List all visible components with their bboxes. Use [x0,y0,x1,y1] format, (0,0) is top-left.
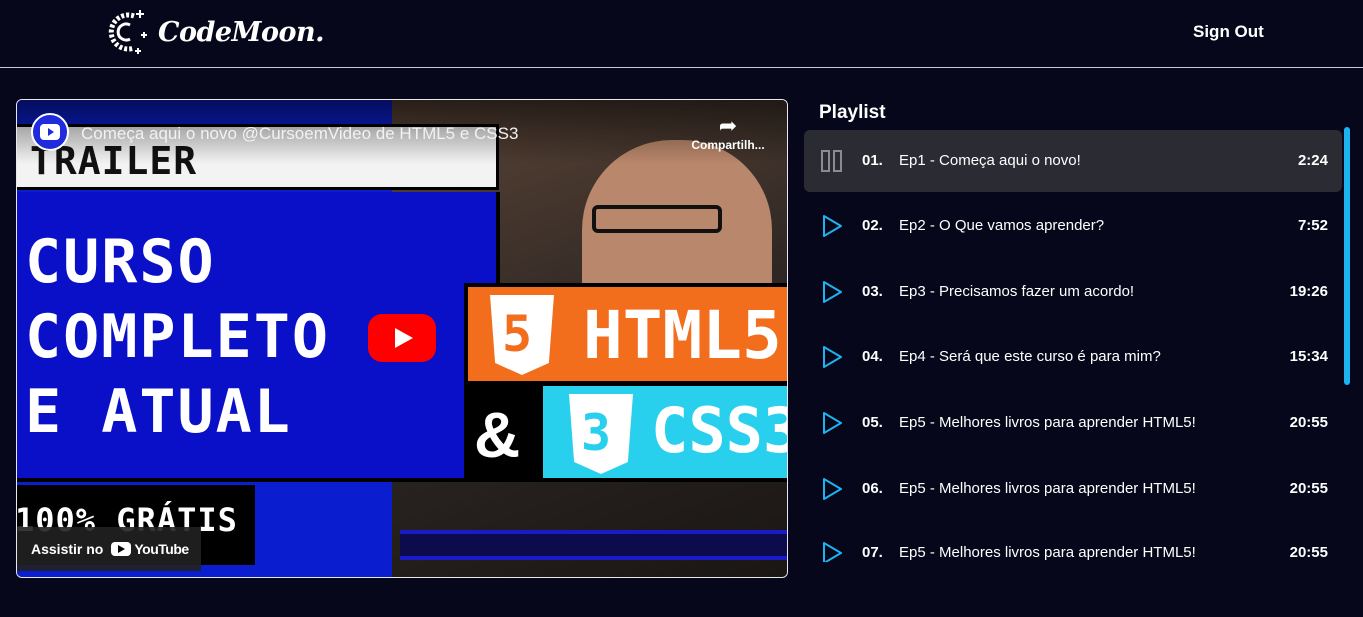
episode-duration: 2:24 [1297,152,1328,169]
thumbnail-line-1: CURSO [25,227,216,297]
episode-title: Ep2 - O Que vamos aprender? [899,217,1105,234]
play-icon [823,542,842,562]
html5-shield-digit: 5 [502,305,533,363]
css3-shield-icon: 3 [569,394,633,474]
playlist-item[interactable]: 02. Ep2 - O Que vamos aprender? 7:52 [804,195,1342,257]
html5-shield-icon: 5 [490,295,554,375]
watch-on-youtube-button[interactable]: Assistir no YouTube [17,527,201,571]
watch-on-label: Assistir no [31,541,104,557]
play-icon [823,281,842,303]
pause-icon [821,150,842,172]
episode-title: Ep3 - Precisamos fazer um acordo! [899,283,1135,300]
episode-number: 06. [862,480,883,497]
presenter-glasses [592,205,722,233]
youtube-play-button[interactable] [368,314,436,362]
episode-title: Ep1 - Começa aqui o novo! [899,152,1081,169]
episode-number: 07. [862,544,883,561]
episode-title: Ep5 - Melhores livros para aprender HTML… [899,480,1196,497]
youtube-wordmark: YouTube [134,541,189,557]
thumbnail-ampersand-text: & [474,399,521,471]
share-button[interactable]: ➦ Compartilh... [683,113,773,153]
thumbnail-html5-badge: 5 HTML5 [464,283,787,385]
playlist-scrollbar[interactable] [1344,127,1350,385]
episode-number: 05. [862,414,883,431]
playlist-item[interactable]: 01. Ep1 - Começa aqui o novo! 2:24 [804,130,1342,192]
play-icon [823,478,842,500]
top-header: CodeMoon. Sign Out [0,0,1363,68]
playlist-item[interactable]: 05. Ep5 - Melhores livros para aprender H… [804,392,1342,454]
playlist-item[interactable]: 06. Ep5 - Melhores livros para aprender H… [804,458,1342,520]
thumbnail-line-3: E ATUAL [25,377,292,447]
episode-duration: 20:55 [1289,544,1328,561]
channel-avatar[interactable] [31,113,69,151]
episode-title: Ep4 - Será que este curso é para mim? [899,348,1161,365]
episode-duration: 15:34 [1289,348,1328,365]
youtube-logo: YouTube [111,541,189,557]
episode-number: 03. [862,283,883,300]
playlist-item[interactable]: 03. Ep3 - Precisamos fazer um acordo! 19:2… [804,261,1342,323]
play-icon [823,412,842,434]
thumbnail-ampersand: & [464,382,539,482]
thumbnail-css3-badge: 3 CSS3 [539,382,788,482]
thumbnail-stack-lines [400,530,787,560]
channel-play-icon [40,124,60,140]
video-title-link[interactable]: Começa aqui o novo @CursoemVideo de HTML… [81,124,518,144]
thumbnail-html5-text: HTML5 [583,297,782,374]
moon-logo-icon [108,10,147,54]
episode-duration: 19:26 [1289,283,1328,300]
share-arrow-icon: ➦ [718,113,738,138]
playlist-item[interactable]: 04. Ep4 - Será que este curso é para mim?… [804,326,1342,388]
brand-name: CodeMoon. [158,16,325,48]
thumbnail-css3-text: CSS3 [651,394,788,467]
play-icon [823,215,842,237]
episode-title: Ep5 - Melhores livros para aprender HTML… [899,544,1196,561]
playlist-item[interactable]: 07. Ep5 - Melhores livros para aprender H… [804,522,1342,562]
youtube-logo-icon [111,542,132,556]
episode-number: 02. [862,217,883,234]
playlist-title: Playlist [819,102,886,123]
episode-duration: 20:55 [1289,480,1328,497]
episode-duration: 20:55 [1289,414,1328,431]
video-player[interactable]: TRAILER CURSO COMPLETO E ATUAL 100% GRÁT… [16,99,788,578]
brand-logo[interactable]: CodeMoon. [100,6,325,58]
share-label: Compartilh... [691,138,765,152]
episode-number: 01. [862,152,883,169]
sign-out-link[interactable]: Sign Out [1193,22,1264,42]
episode-number: 04. [862,348,883,365]
thumbnail-line-2: COMPLETO [25,302,330,372]
css3-shield-digit: 3 [581,404,612,462]
episode-title: Ep5 - Melhores livros para aprender HTML… [899,414,1196,431]
playlist: 01. Ep1 - Começa aqui o novo! 2:24 02. Ep2 -… [804,130,1344,562]
play-icon [823,346,842,368]
episode-duration: 7:52 [1297,217,1328,234]
